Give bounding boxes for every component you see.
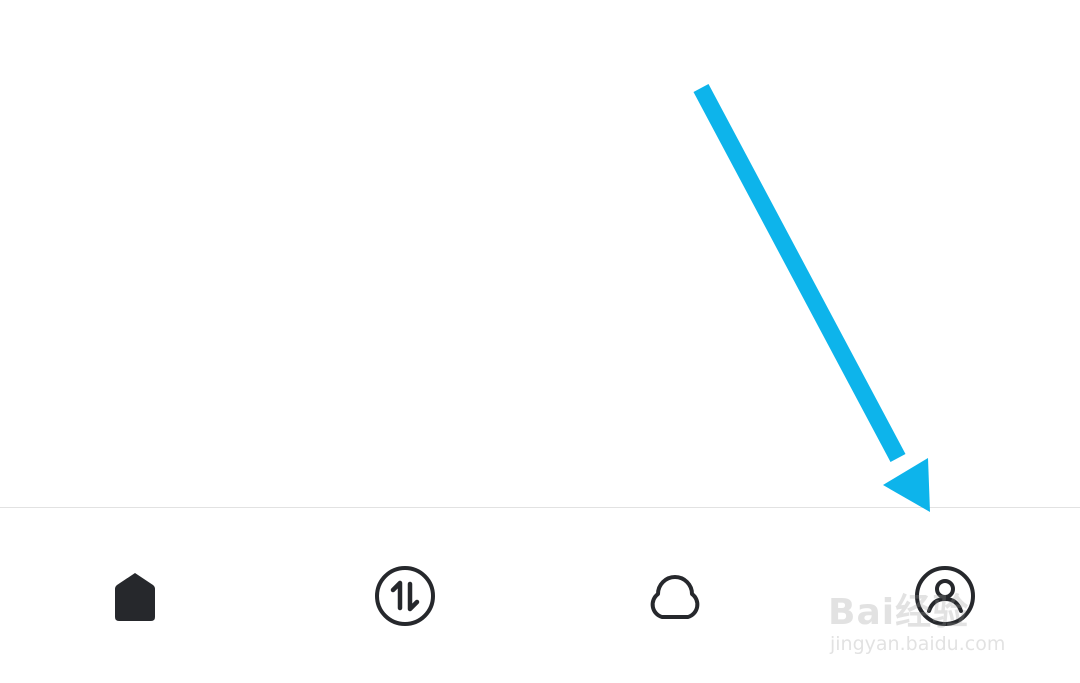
tab-profile[interactable] <box>810 508 1080 683</box>
home-icon <box>115 573 155 621</box>
user-circle-icon <box>915 566 975 626</box>
bottom-tab-bar <box>0 507 1080 682</box>
tab-cloud[interactable] <box>540 508 810 683</box>
tab-home[interactable] <box>0 508 270 683</box>
transfer-arrows-icon <box>375 566 435 626</box>
tab-transfer[interactable] <box>270 508 540 683</box>
cloud-icon <box>650 575 700 619</box>
main-content-area <box>0 0 1080 507</box>
